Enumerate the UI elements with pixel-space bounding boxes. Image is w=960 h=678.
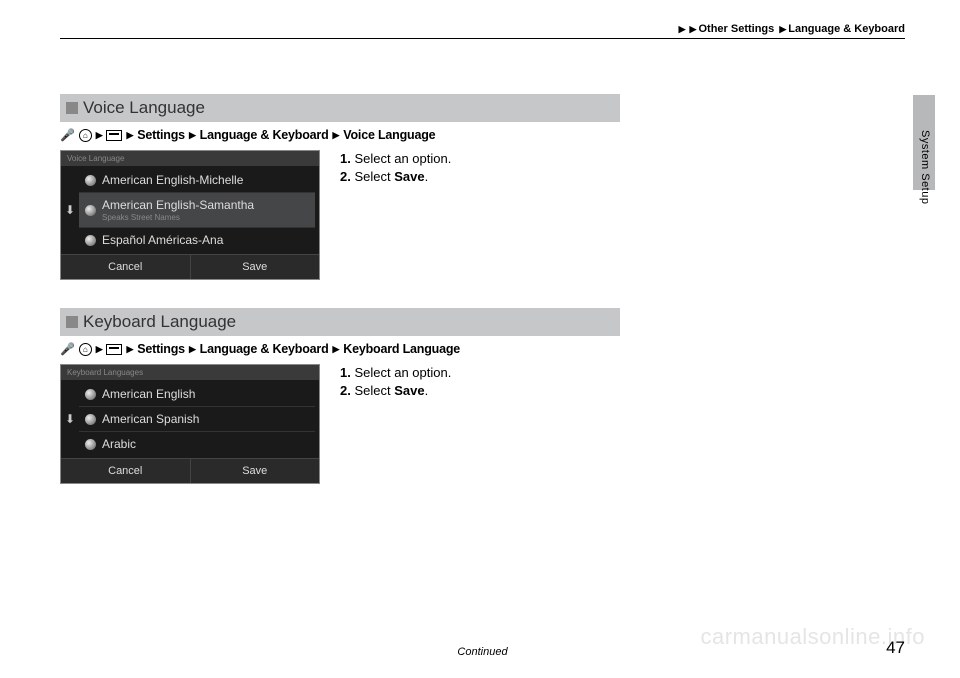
option-label: American English-Samantha Speaks Street … <box>102 198 254 222</box>
footer: Continued 47 <box>60 646 905 658</box>
section-title: Voice Language <box>83 98 205 118</box>
option-subtitle: Speaks Street Names <box>102 213 254 222</box>
chevron-right-icon: ▶ <box>96 344 103 355</box>
radio-icon <box>85 175 96 186</box>
voice-language-screenshot: Voice Language ⬇ American English-Michel… <box>60 150 320 280</box>
cancel-button[interactable]: Cancel <box>61 255 191 279</box>
home-icon: ⌂ <box>79 129 92 142</box>
square-bullet-icon <box>66 102 78 114</box>
menu-icon <box>106 344 122 355</box>
voice-option[interactable]: Español Américas-Ana <box>79 228 315 252</box>
chevron-right-icon: ▶ <box>333 344 340 355</box>
radio-icon <box>85 439 96 450</box>
keyboard-language-screenshot: Keyboard Languages ⬇ American English Am… <box>60 364 320 484</box>
page-number: 47 <box>886 638 905 658</box>
section-heading: Voice Language <box>60 94 620 122</box>
cancel-button[interactable]: Cancel <box>61 459 191 483</box>
chevron-right-icon: ▶ <box>679 24 686 34</box>
option-label: American English <box>102 387 195 401</box>
chevron-right-icon: ▶ <box>779 24 786 34</box>
section-title: Keyboard Language <box>83 312 236 332</box>
chevron-right-icon: ▶ <box>333 130 340 141</box>
instructions: 1. Select an option. 2. Select Save. <box>340 364 451 400</box>
chevron-right-icon: ▶ <box>96 130 103 141</box>
voice-icon: 🎤 <box>60 342 75 356</box>
radio-icon <box>85 205 96 216</box>
step-text: Select an option. <box>354 365 451 380</box>
path-group: Language & Keyboard <box>200 342 329 356</box>
voice-option[interactable]: American English-Michelle <box>79 168 315 193</box>
option-label: American English-Michelle <box>102 173 243 187</box>
breadcrumb: ▶▶Other Settings ▶Language & Keyboard <box>677 23 905 35</box>
path-item: Keyboard Language <box>343 342 460 356</box>
path-settings: Settings <box>137 342 185 356</box>
keyboard-option[interactable]: American English <box>79 382 315 407</box>
option-label: Arabic <box>102 437 136 451</box>
keyboard-option[interactable]: American Spanish <box>79 407 315 432</box>
option-main: American English-Samantha <box>102 198 254 212</box>
side-section-label: System Setup <box>919 130 931 204</box>
path-group: Language & Keyboard <box>200 128 329 142</box>
keyboard-language-section: Keyboard Language 🎤 ⌂ ▶ ▶ Settings ▶ Lan… <box>60 308 620 484</box>
scroll-down-icon[interactable]: ⬇ <box>61 380 79 458</box>
continued-label: Continued <box>60 646 905 658</box>
step-text: . <box>425 169 429 184</box>
breadcrumb-part: Language & Keyboard <box>788 23 905 35</box>
home-icon: ⌂ <box>79 343 92 356</box>
option-label: American Spanish <box>102 412 199 426</box>
save-button[interactable]: Save <box>191 255 320 279</box>
nav-path: 🎤 ⌂ ▶ ▶ Settings ▶ Language & Keyboard ▶… <box>60 342 620 356</box>
chevron-right-icon: ▶ <box>126 130 133 141</box>
step-bold: Save <box>394 169 424 184</box>
path-settings: Settings <box>137 128 185 142</box>
section-heading: Keyboard Language <box>60 308 620 336</box>
scroll-down-icon[interactable]: ⬇ <box>61 166 79 254</box>
chevron-right-icon: ▶ <box>189 130 196 141</box>
keyboard-option[interactable]: Arabic <box>79 432 315 456</box>
voice-language-section: Voice Language 🎤 ⌂ ▶ ▶ Settings ▶ Langua… <box>60 94 620 280</box>
chevron-right-icon: ▶ <box>126 344 133 355</box>
radio-icon <box>85 414 96 425</box>
step-text: Select <box>354 383 394 398</box>
step-text: Select <box>354 169 394 184</box>
chevron-right-icon: ▶ <box>690 24 697 34</box>
path-item: Voice Language <box>343 128 435 142</box>
save-button[interactable]: Save <box>191 459 320 483</box>
voice-option-selected[interactable]: American English-Samantha Speaks Street … <box>79 193 315 228</box>
instructions: 1. Select an option. 2. Select Save. <box>340 150 451 186</box>
menu-icon <box>106 130 122 141</box>
screenshot-title: Keyboard Languages <box>61 365 319 380</box>
step-text: . <box>425 383 429 398</box>
chevron-right-icon: ▶ <box>189 344 196 355</box>
square-bullet-icon <box>66 316 78 328</box>
radio-icon <box>85 235 96 246</box>
nav-path: 🎤 ⌂ ▶ ▶ Settings ▶ Language & Keyboard ▶… <box>60 128 620 142</box>
header-rule: ▶▶Other Settings ▶Language & Keyboard <box>60 38 905 39</box>
radio-icon <box>85 389 96 400</box>
screenshot-title: Voice Language <box>61 151 319 166</box>
step-bold: Save <box>394 383 424 398</box>
option-label: Español Américas-Ana <box>102 233 223 247</box>
voice-icon: 🎤 <box>60 128 75 142</box>
step-text: Select an option. <box>354 151 451 166</box>
breadcrumb-part: Other Settings <box>698 23 774 35</box>
